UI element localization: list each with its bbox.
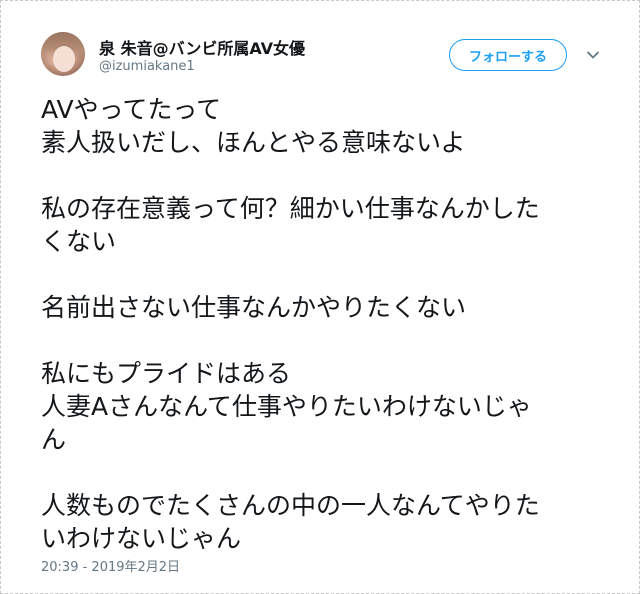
tweet-line: いわけないじゃん	[41, 524, 242, 553]
author-handle[interactable]: @izumiakane1	[99, 59, 195, 74]
tweet-line: 私にもプライドはある	[41, 359, 292, 388]
tweet-line: 私の存在意義って何？細かい仕事なんかした	[41, 194, 540, 223]
tweet-line: くない	[41, 227, 117, 256]
tweet-paragraph: 人数ものでたくさんの中の一人なんてやりた いわけないじゃん	[41, 489, 601, 555]
avatar-face	[53, 46, 75, 72]
chevron-down-icon[interactable]	[585, 47, 601, 63]
tweet-line: AVやってたって	[41, 95, 222, 124]
tweet-timestamp[interactable]: 20:39 - 2019年2月2日	[41, 556, 180, 575]
tweet-paragraph: AVやってたって 素人扱いだし、ほんとやる意味ないよ	[41, 93, 601, 159]
tweet-text: AVやってたって 素人扱いだし、ほんとやる意味ないよ 私の存在意義って何？細かい…	[41, 93, 601, 555]
tweet-line: 人妻Aさんなんて仕事やりたいわけないじゃ	[41, 392, 532, 421]
tweet-line: ん	[41, 425, 67, 454]
follow-button[interactable]: フォローする	[449, 39, 567, 71]
tweet-paragraph: 名前出さない仕事なんかやりたくない	[41, 291, 601, 324]
follow-button-label: フォローする	[468, 49, 547, 65]
tweet-line: 人数ものでたくさんの中の一人なんてやりた	[41, 491, 540, 520]
tweet-paragraph: 私の存在意義って何？細かい仕事なんかした くない	[41, 192, 601, 258]
tweet-line: 素人扱いだし、ほんとやる意味ないよ	[41, 128, 466, 157]
avatar[interactable]	[41, 32, 85, 76]
tweet-paragraph: 私にもプライドはある 人妻Aさんなんて仕事やりたいわけないじゃ ん	[41, 357, 601, 456]
tweet-card: 泉 朱音@バンビ所属AV女優 @izumiakane1 フォローする AVやって…	[0, 0, 640, 594]
tweet-line: 名前出さない仕事なんかやりたくない	[41, 293, 467, 322]
author-display-name[interactable]: 泉 朱音@バンビ所属AV女優	[99, 35, 305, 59]
